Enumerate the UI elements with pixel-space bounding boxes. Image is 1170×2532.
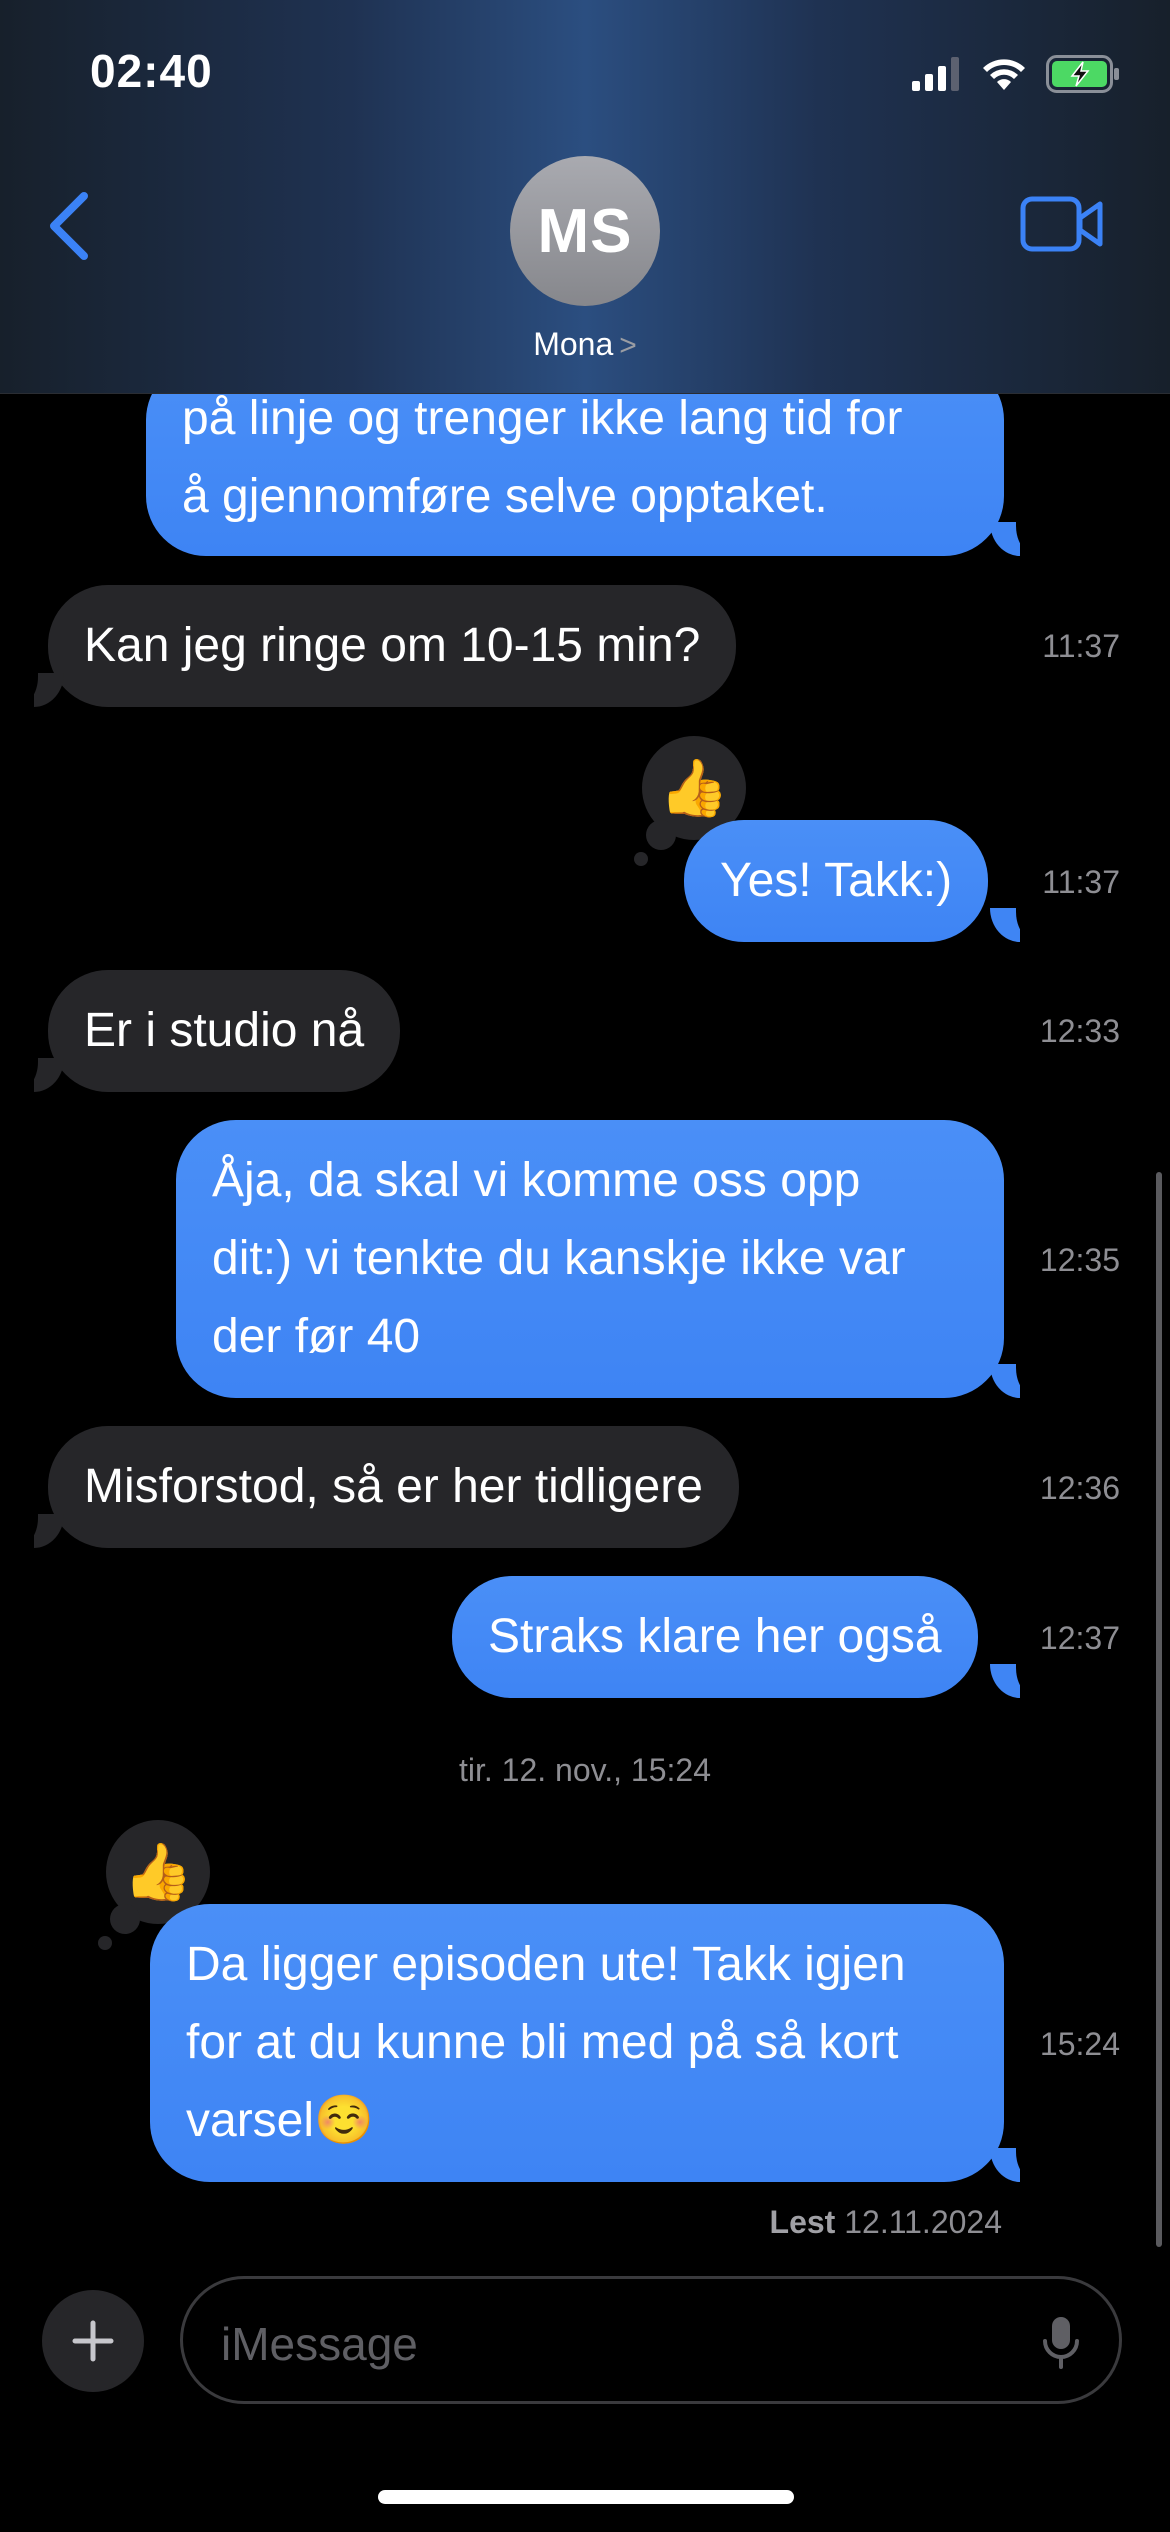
bubble-tail bbox=[16, 1058, 64, 1092]
cellular-signal-icon bbox=[912, 57, 959, 91]
message-timestamp: 12:33 bbox=[1039, 1013, 1120, 1049]
reaction-dot bbox=[98, 1936, 112, 1950]
message-timestamp: 11:37 bbox=[1042, 864, 1120, 900]
contact-name-label: Mona bbox=[533, 326, 614, 362]
bubble-tail bbox=[990, 1664, 1038, 1698]
bubble-tail bbox=[16, 673, 64, 707]
message-bubble-incoming[interactable]: Misforstod, så er her tidligere bbox=[48, 1426, 739, 1548]
back-chevron-icon[interactable] bbox=[44, 188, 94, 264]
reaction-dot bbox=[110, 1904, 140, 1934]
bubble-tail bbox=[990, 1364, 1038, 1398]
contact-avatar[interactable]: MS bbox=[510, 156, 660, 306]
bubble-tail bbox=[990, 908, 1038, 942]
plus-icon bbox=[72, 2320, 114, 2362]
message-bubble-outgoing[interactable]: Åja, da skal vi komme oss opp dit:) vi t… bbox=[176, 1120, 1004, 1398]
reaction-dot bbox=[646, 820, 676, 850]
read-receipt-label: Lest bbox=[769, 2204, 836, 2240]
apps-plus-button[interactable] bbox=[42, 2290, 144, 2392]
date-separator: tir. 12. nov., 15:24 bbox=[458, 1752, 711, 1788]
home-indicator[interactable] bbox=[378, 2490, 794, 2504]
status-icons bbox=[912, 52, 1120, 96]
bubble-tail bbox=[990, 2148, 1038, 2182]
input-placeholder: iMessage bbox=[221, 2318, 418, 2370]
scrollbar[interactable] bbox=[1156, 1172, 1162, 2247]
read-receipt: Lest 12.11.2024 bbox=[770, 2204, 1002, 2241]
message-bubble-outgoing[interactable]: Yes! Takk:) bbox=[684, 820, 989, 942]
message-timestamp: 12:36 bbox=[1039, 1470, 1120, 1506]
facetime-video-icon[interactable] bbox=[1020, 194, 1104, 254]
chevron-right-icon: > bbox=[619, 329, 637, 362]
message-timestamp: 12:35 bbox=[1039, 1242, 1120, 1278]
status-time: 02:40 bbox=[90, 45, 213, 97]
conversation-header: 02:40 MS Mona > bbox=[0, 0, 1170, 394]
reaction-dot bbox=[634, 852, 648, 866]
wifi-icon bbox=[983, 59, 1025, 90]
message-timestamp: 11:37 bbox=[1042, 628, 1120, 664]
imessage-input[interactable]: iMessage bbox=[180, 2276, 1122, 2404]
message-bubble-outgoing[interactable]: Da ligger episoden ute! Takk igjen for a… bbox=[150, 1904, 1004, 2182]
message-bubble-incoming[interactable]: Kan jeg ringe om 10-15 min? bbox=[48, 585, 737, 707]
microphone-icon[interactable] bbox=[1041, 2315, 1081, 2371]
message-timestamp: 12:37 bbox=[1039, 1620, 1120, 1656]
read-receipt-date: 12.11.2024 bbox=[844, 2204, 1002, 2240]
bubble-tail bbox=[990, 522, 1038, 556]
message-bubble-outgoing[interactable]: Straks klare her også bbox=[452, 1576, 978, 1698]
message-timestamp: 15:24 bbox=[1039, 2026, 1120, 2062]
battery-charging-icon bbox=[1046, 55, 1119, 93]
message-bubble-incoming[interactable]: Er i studio nå bbox=[48, 970, 401, 1092]
bubble-tail bbox=[16, 1514, 64, 1548]
contact-name[interactable]: Mona > bbox=[0, 326, 1170, 363]
